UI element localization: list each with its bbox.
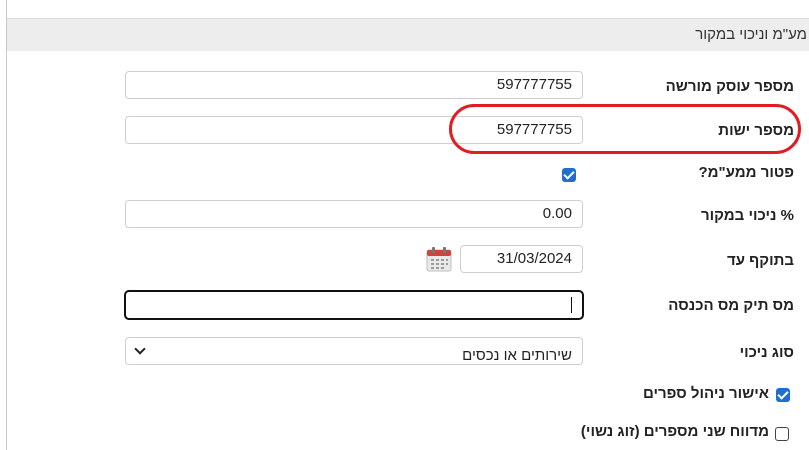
frame-border bbox=[6, 0, 7, 450]
deduction-type-value: שירותים או נכסים bbox=[462, 347, 572, 364]
tax-file-label: מס תיק מס הכנסה bbox=[668, 297, 794, 314]
section-title: מע"מ וניכוי במקור bbox=[695, 26, 807, 43]
dual-report-label: מדווח שני מספרים (זוג נשוי) bbox=[580, 423, 769, 440]
dual-report-checkbox[interactable] bbox=[775, 427, 789, 441]
calendar-icon[interactable] bbox=[425, 246, 453, 272]
deduction-type-label: סוג ניכוי bbox=[739, 344, 794, 361]
highlight-annotation bbox=[449, 104, 801, 154]
valid-until-label: בתוקף עד bbox=[727, 252, 794, 269]
valid-until-input[interactable]: 31/03/2024 bbox=[460, 245, 583, 273]
withholding-percent-label: % ניכוי במקור bbox=[700, 207, 794, 224]
dealer-number-input[interactable]: 597777755 bbox=[125, 71, 583, 99]
text-caret bbox=[571, 297, 572, 313]
tax-file-input[interactable] bbox=[124, 290, 584, 320]
vat-exempt-label: פטור ממע"מ? bbox=[698, 164, 794, 181]
withholding-percent-input[interactable]: 0.00 bbox=[125, 200, 583, 228]
dealer-number-label: מספר עוסק מורשה bbox=[665, 78, 794, 95]
chevron-down-icon bbox=[134, 343, 146, 355]
bookkeeping-approval-label: אישור ניהול ספרים bbox=[642, 385, 769, 402]
deduction-type-select[interactable]: שירותים או נכסים bbox=[125, 337, 583, 365]
vat-exempt-checkbox[interactable] bbox=[562, 168, 576, 182]
bookkeeping-approval-checkbox[interactable] bbox=[776, 388, 790, 402]
section-header: מע"מ וניכוי במקור bbox=[7, 18, 809, 51]
